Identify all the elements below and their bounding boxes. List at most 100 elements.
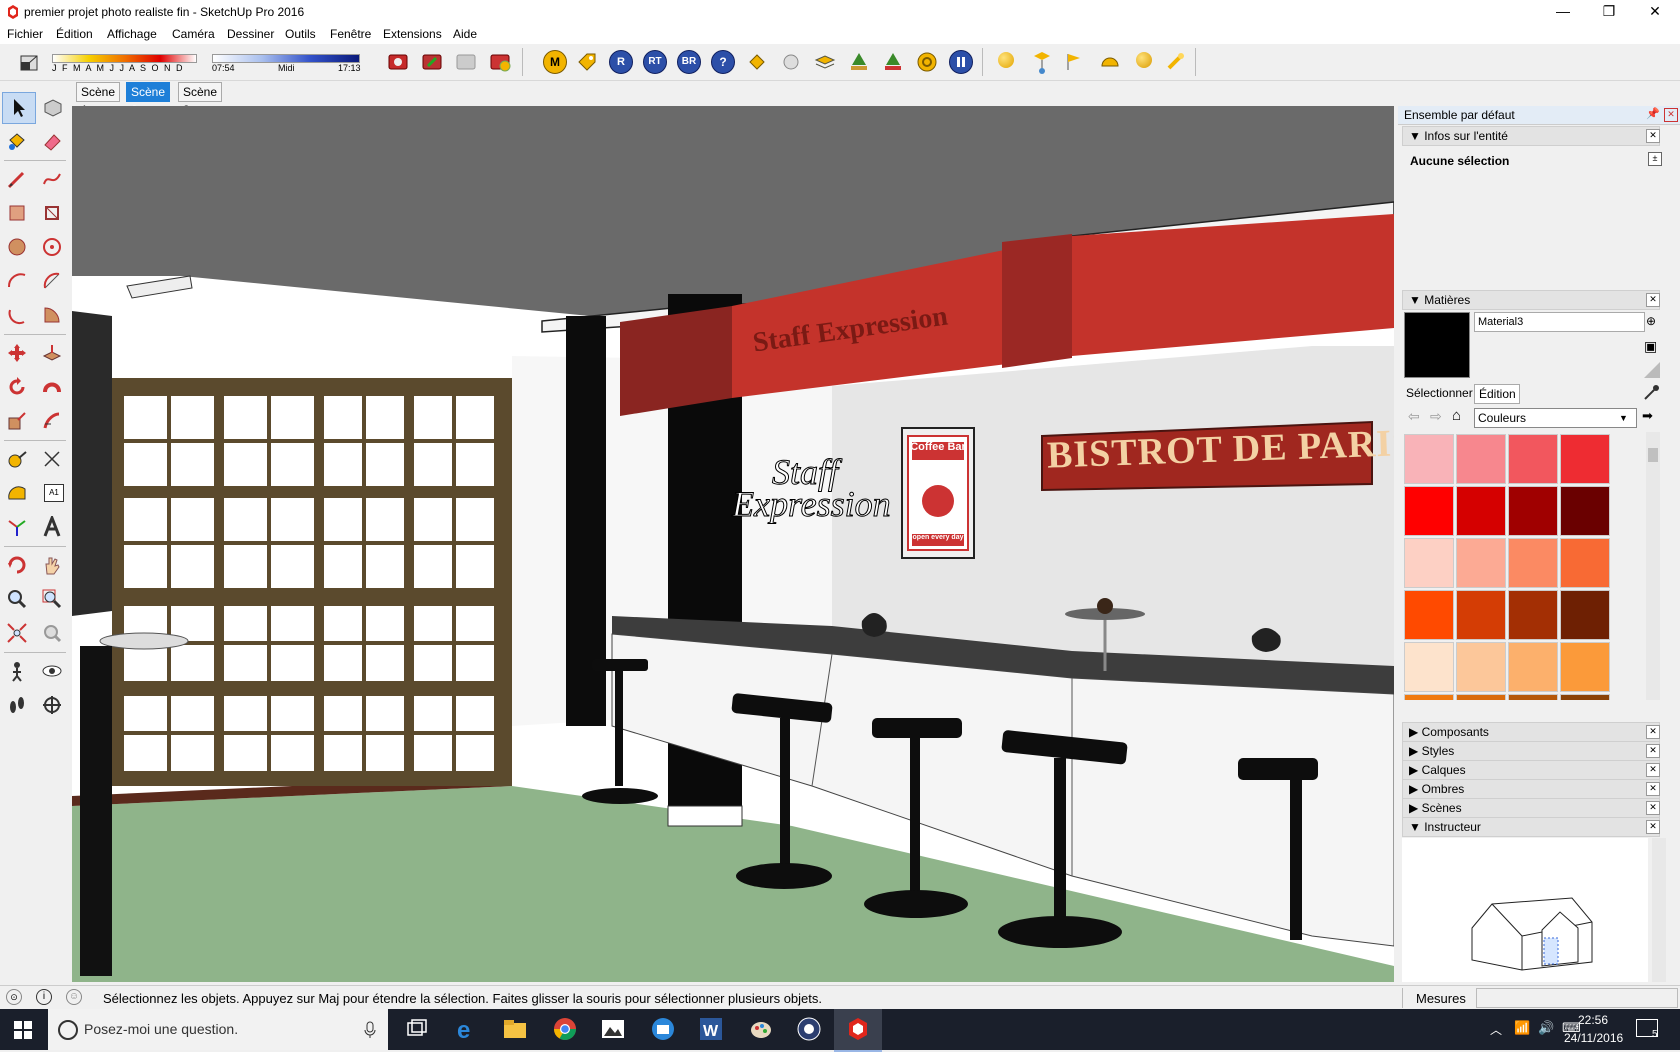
photos-icon[interactable] (600, 1016, 626, 1042)
render-disabled-icon[interactable] (454, 50, 478, 74)
material-swatch[interactable] (1404, 590, 1454, 640)
material-swatch[interactable] (1508, 642, 1558, 692)
styles-close-icon[interactable]: ✕ (1646, 744, 1660, 758)
material-swatch[interactable] (1508, 538, 1558, 588)
spot-light-icon[interactable] (1030, 48, 1054, 76)
pin-icon[interactable]: 📌 (1646, 107, 1660, 120)
instructor-close-icon[interactable]: ✕ (1646, 820, 1660, 834)
look-around-icon[interactable] (41, 660, 63, 682)
windows-start-icon[interactable] (14, 1021, 32, 1039)
tree-icon[interactable] (847, 50, 871, 74)
material-swatch[interactable] (1404, 642, 1454, 692)
sphere-icon[interactable] (779, 50, 803, 74)
3d-text-icon[interactable] (41, 516, 63, 538)
material-swatch[interactable] (1404, 486, 1454, 536)
rotated-rectangle-icon[interactable] (41, 202, 63, 224)
shadows-toggle-icon[interactable] (18, 52, 40, 74)
scenes-close-icon[interactable]: ✕ (1646, 801, 1660, 815)
make-component-icon[interactable] (41, 96, 63, 118)
tray-close-icon[interactable]: ✕ (1664, 108, 1678, 122)
help-button[interactable]: ? (711, 50, 735, 74)
material-sample-icon[interactable] (1642, 360, 1662, 380)
position-camera-icon[interactable] (6, 660, 28, 682)
menu-fichier[interactable]: Fichier (7, 27, 43, 41)
material-swatch[interactable] (1456, 538, 1506, 588)
components-close-icon[interactable]: ✕ (1646, 725, 1660, 739)
material-swatch[interactable] (1508, 694, 1558, 700)
tree-red-icon[interactable] (881, 50, 905, 74)
paint-icon[interactable] (748, 1016, 774, 1042)
show-hidden-icons[interactable]: ︿ (1490, 1021, 1502, 1038)
home-icon[interactable]: ⌂ (1452, 407, 1461, 424)
word-icon[interactable]: W (698, 1016, 724, 1042)
library-select[interactable]: Couleurs ▼ (1474, 408, 1637, 428)
line-pencil-icon[interactable] (6, 168, 28, 190)
tab-edit[interactable]: Édition (1474, 384, 1520, 404)
entity-info-close-icon[interactable]: ✕ (1646, 129, 1660, 143)
tag-icon[interactable] (575, 50, 599, 74)
previous-view-icon[interactable] (41, 622, 63, 644)
material-swatch[interactable] (1404, 434, 1454, 484)
render-settings-icon[interactable] (488, 50, 512, 74)
create-material-icon[interactable]: ⊕ (1646, 314, 1656, 328)
material-swatch[interactable] (1456, 694, 1506, 700)
zoom-window-icon[interactable] (41, 588, 63, 610)
label-icon[interactable] (745, 50, 769, 74)
taskbar-sketchup-active[interactable] (834, 1009, 882, 1052)
material-swatch[interactable] (1560, 434, 1610, 484)
cinema4d-icon[interactable] (796, 1016, 822, 1042)
edge-icon[interactable]: e (454, 1016, 480, 1042)
swatch-scrollbar[interactable] (1646, 432, 1660, 700)
sun-light-icon[interactable] (1136, 52, 1152, 68)
push-pull-icon[interactable] (41, 342, 63, 364)
menu-aide[interactable]: Aide (453, 27, 477, 41)
materials-header[interactable]: ▼ Matières (1402, 290, 1660, 310)
scenes-header[interactable]: ▶ Scènes (1402, 798, 1660, 818)
two-point-arc-icon[interactable] (41, 270, 63, 292)
month-slider[interactable] (52, 54, 197, 63)
arc-icon[interactable] (6, 270, 28, 292)
clock-date[interactable]: 24/11/2016 (1564, 1031, 1623, 1045)
omni-light-icon[interactable] (998, 52, 1014, 68)
material-swatch[interactable] (1560, 590, 1610, 640)
circle-icon[interactable] (6, 236, 28, 258)
eyedropper-icon[interactable] (1642, 384, 1660, 402)
paint-bucket-icon[interactable] (6, 130, 28, 152)
instructor-scrollbar[interactable] (1652, 838, 1666, 982)
info-icon[interactable]: i (36, 989, 52, 1005)
axes-icon[interactable] (6, 516, 28, 538)
close-button[interactable]: ✕ (1632, 0, 1678, 24)
components-header[interactable]: ▶ Composants (1402, 722, 1660, 742)
select-arrow-icon[interactable] (8, 96, 30, 118)
material-swatch[interactable] (1508, 590, 1558, 640)
time-slider[interactable] (212, 54, 360, 63)
material-name-field[interactable]: Material3 (1474, 312, 1645, 332)
render-icon[interactable] (386, 50, 410, 74)
pan-hand-icon[interactable] (41, 554, 63, 576)
flag-icon[interactable] (1062, 50, 1086, 74)
eraser-icon[interactable] (41, 130, 63, 152)
user-icon[interactable]: ☺ (66, 989, 82, 1005)
material-swatch[interactable] (1456, 486, 1506, 536)
rotate-icon[interactable] (6, 376, 28, 398)
walk-icon[interactable] (6, 694, 28, 716)
material-swatch[interactable] (1456, 590, 1506, 640)
material-swatch[interactable] (1404, 694, 1454, 700)
shadows-header[interactable]: ▶ Ombres (1402, 779, 1660, 799)
layers-header[interactable]: ▶ Calques (1402, 760, 1660, 780)
menu-fenetre[interactable]: Fenêtre (330, 27, 371, 41)
dimension-icon[interactable] (41, 448, 63, 470)
entity-info-toggle-icon[interactable]: ± (1648, 152, 1662, 166)
m-button[interactable]: M (543, 50, 567, 74)
zoom-extents-icon[interactable] (6, 622, 28, 644)
rectangle-icon[interactable] (6, 202, 28, 224)
maximize-button[interactable]: ❐ (1586, 0, 1632, 24)
dome-light-icon[interactable] (1098, 52, 1122, 72)
material-swatch[interactable] (1560, 486, 1610, 536)
clock-time[interactable]: 22:56 (1578, 1013, 1608, 1027)
follow-me-icon[interactable] (41, 376, 63, 398)
back-arrow-icon[interactable]: ⇦ (1408, 408, 1420, 425)
three-point-arc-icon[interactable] (6, 304, 28, 326)
scale-icon[interactable] (6, 410, 28, 432)
cortana-search-box[interactable]: Posez-moi une question. (48, 1009, 388, 1050)
